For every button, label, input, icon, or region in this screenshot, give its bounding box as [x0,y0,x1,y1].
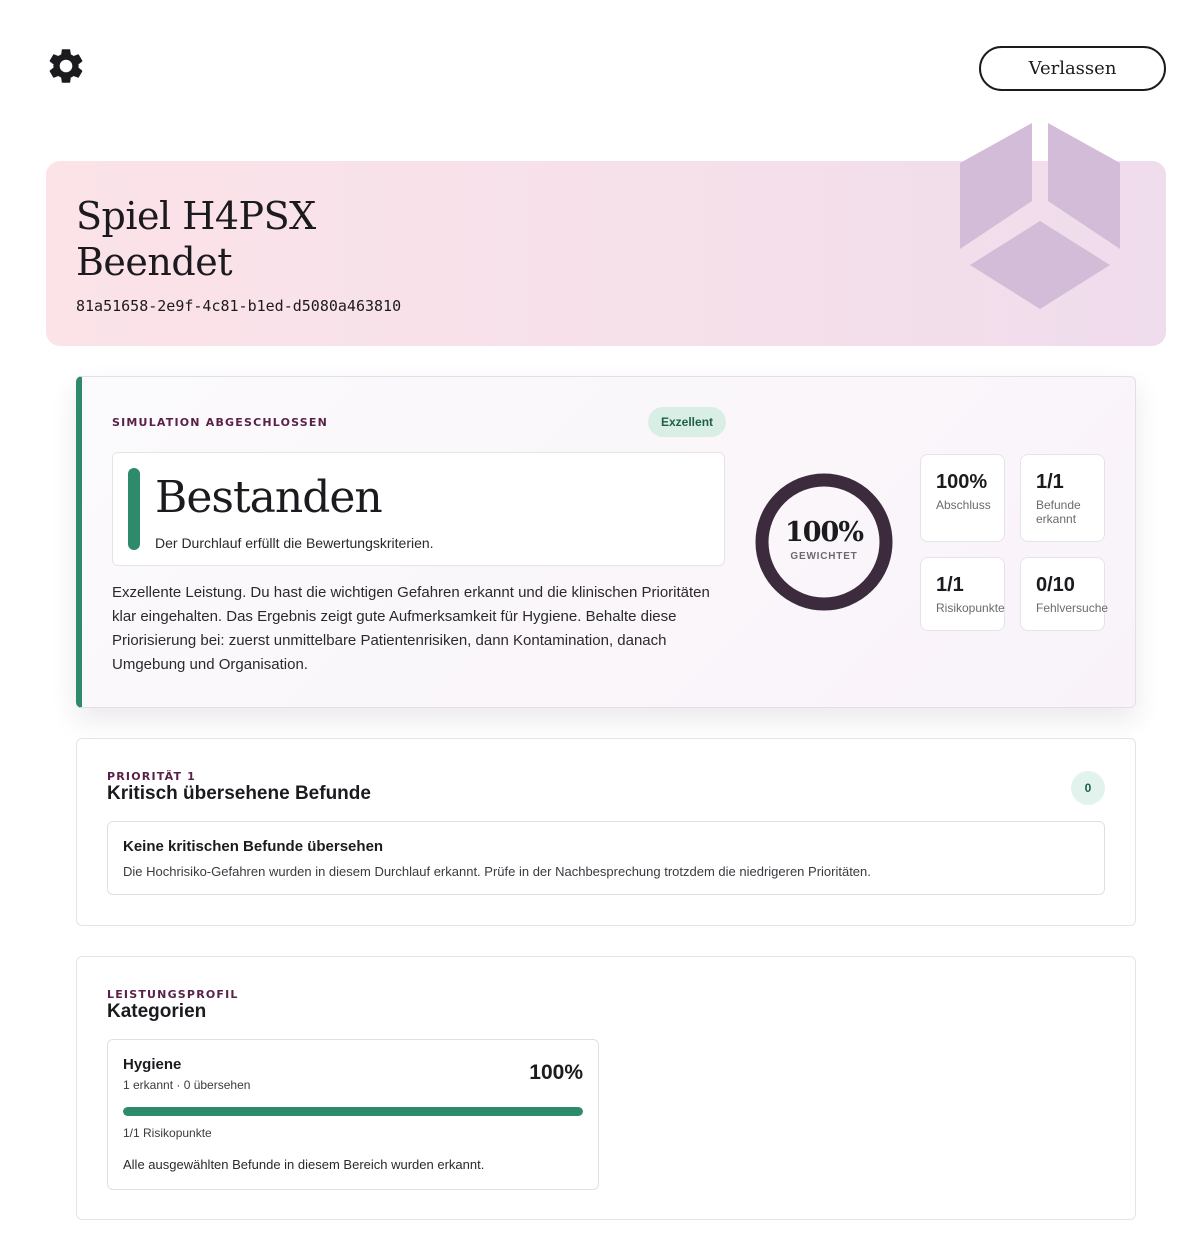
stat-risk-points: 1/1 Risikopunkte [920,557,1005,631]
stat-value: 1/1 [936,574,964,596]
category-counts: 1 erkannt · 0 übersehen [123,1078,251,1092]
game-status: Beendet [76,240,232,284]
game-id: 81a51658-2e9f-4c81-b1ed-d5080a463810 [76,297,402,315]
score-label: GEWICHTET [790,551,858,562]
category-name: Hygiene [123,1056,182,1073]
performance-eyebrow: Leistungsprofil [107,988,239,1001]
leave-button[interactable]: Verlassen [979,46,1166,91]
gear-icon[interactable] [45,45,87,87]
verdict-title: Bestanden [155,472,383,523]
verdict-subtitle: Der Durchlauf erfüllt die Bewertungskrit… [155,535,434,551]
no-critical-findings-box: Keine kritischen Befunde übersehen Die H… [107,821,1105,895]
category-progress-fill [123,1107,583,1116]
verdict-accent-bar [128,468,140,550]
game-summary-banner: Spiel H4PSX Beendet 81a51658-2e9f-4c81-b… [46,123,1166,346]
category-points: 1/1 Risikopunkte [123,1126,212,1140]
result-description: Exzellente Leistung. Du hast die wichtig… [112,584,710,673]
stat-label: Fehlversuche [1036,601,1109,615]
stat-completion: 100% Abschluss [920,454,1005,542]
info-title: Keine kritischen Befunde übersehen [123,838,384,855]
stat-value: 100% [936,471,988,493]
stat-label: Befunde erkannt [1036,498,1081,526]
priority-eyebrow: Priorität 1 [107,770,197,783]
category-percent: 100% [529,1061,583,1084]
result-eyebrow: Simulation abgeschlossen [112,416,329,429]
category-note: Alle ausgewählten Befunde in diesem Bere… [123,1157,485,1172]
stat-value: 0/10 [1036,574,1075,596]
info-text: Die Hochrisiko-Gefahren wurden in diesem… [123,864,871,879]
score-value: 100% [784,517,864,548]
performance-title: Kategorien [107,1001,207,1022]
category-progress-track [123,1107,583,1116]
stat-label: Abschluss [936,498,991,512]
cube-logo-icon [960,123,1120,309]
stat-value: 1/1 [1036,471,1064,493]
missed-count-badge: 0 [1071,771,1105,805]
game-title: Spiel H4PSX [76,194,316,238]
page-title: Spiel H4PSX Beendet [76,193,316,285]
performance-profile-card: Leistungsprofil Kategorien Hygiene 1 erk… [76,956,1136,1220]
rating-badge: Exzellent [648,407,727,437]
stat-findings: 1/1 Befunde erkannt [1020,454,1105,542]
category-card-hygiene: Hygiene 1 erkannt · 0 übersehen 100% 1/1… [107,1039,599,1190]
stat-failed-attempts: 0/10 Fehlversuche [1020,557,1108,631]
critical-findings-card: Priorität 1 Kritisch übersehene Befunde … [76,738,1136,926]
simulation-result-card: Simulation abgeschlossen Exzellent Besta… [76,376,1136,708]
verdict-box: Bestanden Der Durchlauf erfüllt die Bewe… [112,452,725,566]
priority-title: Kritisch übersehene Befunde [107,783,371,804]
